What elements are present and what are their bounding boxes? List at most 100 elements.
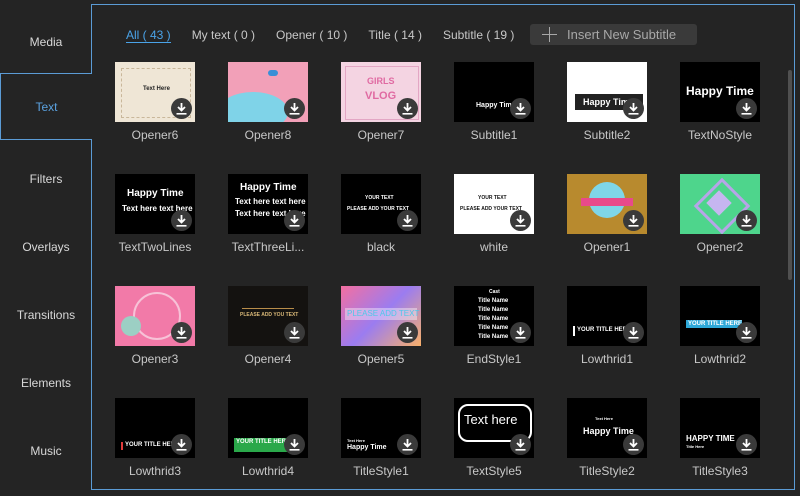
download-icon[interactable]: [171, 98, 192, 119]
thumbnail-text: Title Name: [478, 334, 509, 340]
template-tile-endstyle1[interactable]: Cast Title Name Title Name Title Name Title …: [444, 286, 544, 376]
thumbnail-text: Cast: [489, 289, 500, 295]
download-icon[interactable]: [736, 210, 757, 231]
template-tile-opener5[interactable]: PLEASE ADD TEXT Opener5: [331, 286, 431, 376]
template-thumbnail: Happy Time: [567, 62, 647, 122]
template-tile-subtitle2[interactable]: Happy Time Subtitle2: [557, 62, 657, 152]
thumbnail-text: Title Here: [686, 444, 705, 449]
download-icon[interactable]: [284, 322, 305, 343]
thumbnail-decoration: [573, 326, 575, 336]
download-icon[interactable]: [397, 322, 418, 343]
template-thumbnail: Text Here Happy Time: [567, 398, 647, 458]
template-label: Opener7: [357, 128, 405, 142]
template-tile-opener3[interactable]: Opener3: [105, 286, 205, 376]
download-icon[interactable]: [623, 98, 644, 119]
template-label: TitleStyle1: [353, 464, 409, 478]
tab-my-text[interactable]: My text ( 0 ): [192, 28, 255, 42]
thumbnail-text: PLEASE ADD YOU TEXT: [240, 312, 299, 318]
thumbnail-decoration: [242, 296, 294, 309]
sidebar-item-media[interactable]: Media: [0, 8, 92, 76]
thumbnail-text: PLEASE ADD TEXT: [347, 309, 420, 318]
template-tile-titlestyle3[interactable]: HAPPY TIME Title Here TitleStyle3: [670, 398, 770, 488]
tab-subtitle[interactable]: Subtitle ( 19 ): [443, 28, 514, 42]
sidebar-item-elements[interactable]: Elements: [0, 349, 92, 417]
download-icon[interactable]: [171, 434, 192, 455]
template-tile-lowthrid1[interactable]: YOUR TITLE HERE Lowthrid1: [557, 286, 657, 376]
template-tile-subtitle1[interactable]: Happy Time Subtitle1: [444, 62, 544, 152]
scrollbar[interactable]: [788, 70, 792, 280]
template-tile-textstyle5[interactable]: Text here TextStyle5: [444, 398, 544, 488]
template-tile-white[interactable]: YOUR TEXT PLEASE ADD YOUR TEXT white: [444, 174, 544, 264]
template-thumbnail: Happy Time Text here text here: [115, 174, 195, 234]
template-thumbnail: Text here: [454, 398, 534, 458]
template-tile-lowthrid4[interactable]: YOUR TITLE HERE Lowthrid4: [218, 398, 318, 488]
insert-new-subtitle-button[interactable]: Insert New Subtitle: [530, 24, 697, 45]
template-label: TitleStyle2: [579, 464, 635, 478]
template-tile-opener2[interactable]: Opener2: [670, 174, 770, 264]
download-icon[interactable]: [623, 434, 644, 455]
template-tile-lowthrid2[interactable]: YOUR TITLE HERE Lowthrid2: [670, 286, 770, 376]
download-icon[interactable]: [736, 322, 757, 343]
download-icon[interactable]: [397, 210, 418, 231]
thumbnail-text: Text here: [464, 412, 518, 427]
thumbnail-decoration: [121, 316, 141, 336]
template-label: black: [366, 240, 395, 254]
sidebar-item-filters[interactable]: Filters: [0, 145, 92, 213]
template-thumbnail: YOUR TITLE HERE: [567, 286, 647, 346]
download-icon[interactable]: [736, 98, 757, 119]
download-icon[interactable]: [510, 434, 531, 455]
sidebar-item-transitions[interactable]: Transitions: [0, 281, 92, 349]
template-thumbnail: HAPPY TIME Title Here: [680, 398, 760, 458]
download-icon[interactable]: [510, 210, 531, 231]
sidebar-item-music[interactable]: Music: [0, 417, 92, 485]
thumbnail-text: Text Here: [143, 86, 170, 92]
download-icon[interactable]: [284, 434, 305, 455]
download-icon[interactable]: [510, 98, 531, 119]
template-label: Opener6: [131, 128, 179, 142]
template-tile-textthreeli[interactable]: Happy Time Text here text here Text here t…: [218, 174, 318, 264]
template-label: Subtitle1: [470, 128, 518, 142]
template-label: Opener2: [696, 240, 744, 254]
thumbnail-text: YOUR TEXT: [478, 195, 507, 201]
tab-title[interactable]: Title ( 14 ): [368, 28, 422, 42]
template-tile-titlestyle2[interactable]: Text Here Happy Time TitleStyle2: [557, 398, 657, 488]
download-icon[interactable]: [510, 322, 531, 343]
download-icon[interactable]: [171, 322, 192, 343]
template-thumbnail: [228, 62, 308, 122]
template-tile-opener1[interactable]: Opener1: [557, 174, 657, 264]
template-thumbnail: Happy Time: [680, 62, 760, 122]
sidebar-item-overlays[interactable]: Overlays: [0, 213, 92, 281]
sidebar-item-text[interactable]: Text: [0, 73, 92, 140]
template-thumbnail: YOUR TEXT PLEASE ADD YOUR TEXT: [454, 174, 534, 234]
template-tile-textnostyle[interactable]: Happy Time TextNoStyle: [670, 62, 770, 152]
text-library-panel: All ( 43 ) My text ( 0 ) Opener ( 10 ) T…: [91, 4, 795, 490]
template-tile-black[interactable]: YOUR TEXT PLEASE ADD YOUR TEXT black: [331, 174, 431, 264]
template-thumbnail: [115, 286, 195, 346]
template-label: Opener3: [131, 352, 179, 366]
template-tile-titlestyle1[interactable]: Text Here Happy Time TitleStyle1: [331, 398, 431, 488]
download-icon[interactable]: [623, 322, 644, 343]
thumbnail-text: PLEASE ADD YOUR TEXT: [347, 206, 409, 212]
tab-all[interactable]: All ( 43 ): [126, 28, 171, 43]
download-icon[interactable]: [397, 98, 418, 119]
download-icon[interactable]: [171, 210, 192, 231]
template-label: TitleStyle3: [692, 464, 748, 478]
template-tile-texttwolines[interactable]: Happy Time Text here text here TextTwoLine…: [105, 174, 205, 264]
download-icon[interactable]: [397, 434, 418, 455]
template-tile-opener4[interactable]: PLEASE ADD YOU TEXT Opener4: [218, 286, 318, 376]
template-label: EndStyle1: [466, 352, 522, 366]
insert-new-subtitle-label: Insert New Subtitle: [567, 27, 677, 42]
download-icon[interactable]: [623, 210, 644, 231]
template-thumbnail: YOUR TITLE HERE: [228, 398, 308, 458]
template-tile-opener7[interactable]: GIRLS VLOG Opener7: [331, 62, 431, 152]
template-tile-opener8[interactable]: Opener8: [218, 62, 318, 152]
template-label: TextThreeLi...: [231, 240, 305, 254]
download-icon[interactable]: [284, 98, 305, 119]
thumbnail-decoration: [121, 442, 123, 450]
template-tile-opener6[interactable]: Text Here Opener6: [105, 62, 205, 152]
thumbnail-text: Happy Time: [240, 182, 297, 193]
download-icon[interactable]: [284, 210, 305, 231]
tab-opener[interactable]: Opener ( 10 ): [276, 28, 347, 42]
download-icon[interactable]: [736, 434, 757, 455]
template-tile-lowthrid3[interactable]: YOUR TITLE HERE Lowthrid3: [105, 398, 205, 488]
